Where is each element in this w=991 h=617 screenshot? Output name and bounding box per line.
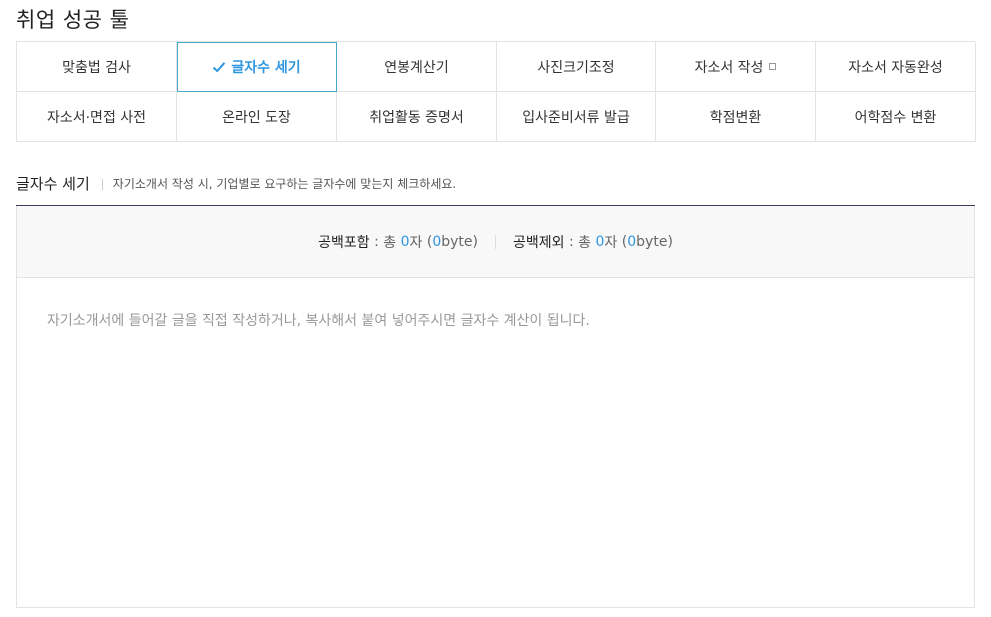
tool-resume-autocomplete[interactable]: 자소서 자동완성	[816, 42, 976, 92]
tool-online-stamp[interactable]: 온라인 도장	[177, 92, 337, 142]
tool-label: 취업활동 증명서	[369, 109, 464, 126]
with-space-label: 공백포함	[318, 234, 370, 251]
count-divider	[495, 234, 496, 249]
without-space-bytes: 0	[627, 233, 637, 250]
section-description: 자기소개서 작성 시, 기업별로 요구하는 글자수에 맞는지 체크하세요.	[112, 177, 457, 191]
tool-label: 자소서·면접 사전	[46, 109, 147, 126]
with-space-bytes: 0	[432, 233, 442, 250]
without-space-bytes-unit: byte	[636, 233, 668, 250]
tool-label: 온라인 도장	[222, 109, 291, 126]
check-icon	[213, 61, 226, 72]
tool-label: 자소서 작성	[694, 59, 764, 76]
tool-label: 맞춤법 검사	[62, 59, 131, 76]
tool-character-count[interactable]: 글자수 세기	[177, 42, 337, 92]
tool-label: 자소서 자동완성	[848, 59, 943, 76]
tool-document-issuance[interactable]: 입사준비서류 발급	[497, 92, 656, 142]
tool-label: 입사준비서류 발급	[522, 109, 630, 126]
count-summary-bar: 공백포함 : 총 0 자 ( 0 byte ) 공백제외 : 총 0 자 ( 0…	[17, 206, 974, 278]
tool-menu-grid: 맞춤법 검사 글자수 세기 연봉계산기 사진크기조정 자소서 작성 자소서 자동…	[16, 41, 976, 142]
tool-spell-check[interactable]: 맞춤법 검사	[17, 42, 177, 92]
without-space-prefix: 총	[578, 234, 592, 251]
with-space-bytes-unit: byte	[441, 233, 473, 250]
tool-photo-resize[interactable]: 사진크기조정	[497, 42, 656, 92]
tool-label: 연봉계산기	[384, 59, 449, 76]
character-counter-panel: 공백포함 : 총 0 자 ( 0 byte ) 공백제외 : 총 0 자 ( 0…	[16, 206, 975, 608]
without-space-count: 0	[595, 233, 605, 250]
tool-label: 어학점수 변환	[854, 109, 937, 126]
section-divider	[101, 179, 103, 190]
section-title: 글자수 세기	[16, 175, 90, 193]
tool-language-score-converter[interactable]: 어학점수 변환	[816, 92, 976, 142]
tool-label: 글자수 세기	[231, 59, 301, 76]
with-space-count: 0	[400, 233, 410, 250]
close-paren: )	[667, 233, 673, 250]
close-paren: )	[472, 233, 478, 250]
tool-interview-dictionary[interactable]: 자소서·면접 사전	[17, 92, 177, 142]
section-header: 글자수 세기 자기소개서 작성 시, 기업별로 요구하는 글자수에 맞는지 체크…	[16, 174, 975, 206]
external-window-icon	[769, 63, 777, 70]
tool-label: 학점변환	[709, 109, 762, 126]
tool-gpa-converter[interactable]: 학점변환	[656, 92, 816, 142]
tool-resume-writer[interactable]: 자소서 작성	[656, 42, 816, 92]
tool-salary-calculator[interactable]: 연봉계산기	[337, 42, 497, 92]
resume-text-input[interactable]	[17, 278, 974, 607]
tool-job-activity-certificate[interactable]: 취업활동 증명서	[337, 92, 497, 142]
open-paren: (	[617, 233, 628, 250]
with-space-unit: 자	[409, 234, 423, 251]
without-space-unit: 자	[604, 234, 618, 251]
page-title: 취업 성공 툴	[16, 8, 130, 32]
tool-label: 사진크기조정	[537, 59, 615, 76]
colon-separator: :	[369, 233, 384, 250]
open-paren: (	[422, 233, 433, 250]
with-space-prefix: 총	[383, 234, 397, 251]
colon-separator: :	[564, 233, 579, 250]
without-space-label: 공백제외	[513, 234, 565, 251]
